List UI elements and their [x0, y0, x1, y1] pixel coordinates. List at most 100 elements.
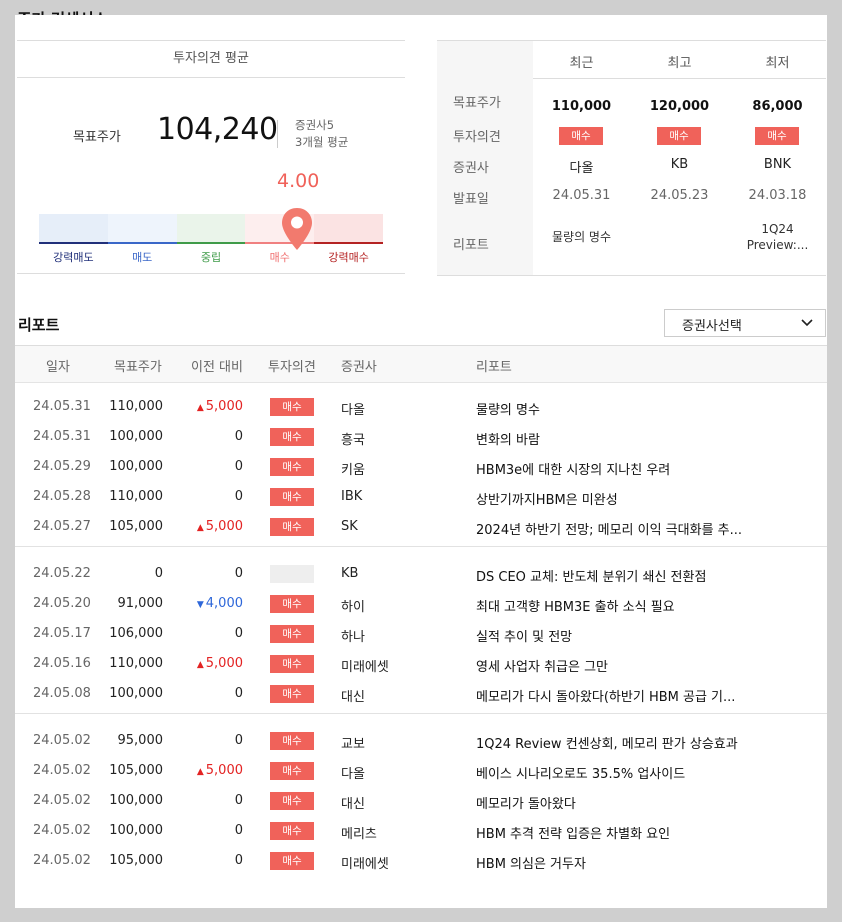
gauge-segment — [314, 214, 383, 244]
target-price: 105,000 — [109, 853, 163, 868]
gauge-label: 강력매수 — [328, 251, 369, 264]
table-row[interactable]: 24.05.17 106,000 0 매수 하나 실적 추이 및 전망 — [15, 619, 827, 649]
report-title-link[interactable]: 물량의 명수 — [476, 399, 766, 418]
price-change-value: 0 — [234, 733, 243, 748]
report-date: 24.05.31 — [33, 429, 91, 444]
price-change-value: 5,000 — [205, 656, 243, 671]
target-price: 100,000 — [109, 793, 163, 808]
report-date: 24.05.17 — [33, 626, 91, 641]
table-row[interactable]: 24.05.02 105,000 0 매수 미래에셋 HBM 의심은 거두자 — [15, 846, 827, 876]
column-header-report: 리포트 — [476, 360, 512, 375]
target-price: 110,000 — [109, 399, 163, 414]
report-date: 24.05.02 — [33, 793, 91, 808]
price-change-value: 4,000 — [205, 596, 243, 611]
report-date: 24.05.20 — [33, 596, 91, 611]
broker-name: 키움 — [341, 463, 365, 478]
table-row[interactable]: 24.05.29 100,000 0 매수 키움 HBM3e에 대한 시장의 지나친 우려 — [15, 452, 827, 482]
broker-name: 미래에셋 — [341, 857, 389, 872]
table-row[interactable]: 24.05.02 105,000 ▲ 5,000 매수 다올 베이스 시나리오로도 35.5… — [15, 756, 827, 786]
price-change-value: 0 — [234, 566, 243, 581]
broker-name: IBK — [341, 489, 363, 504]
report-link[interactable]: 1Q24 Preview:... — [729, 221, 826, 253]
table-row[interactable]: 24.05.02 100,000 0 매수 대신 메모리가 돌아왔다 — [15, 786, 827, 816]
broker-name: 다올 — [341, 403, 365, 418]
gauge-labels: 강력매도 매도 중립 매수 강력매수 — [39, 249, 383, 265]
opinion-average-header: 투자의견 평균 — [17, 40, 405, 78]
report-title-link[interactable]: HBM 의심은 거두자 — [476, 853, 766, 872]
broker-name: SK — [341, 519, 358, 534]
report-title-link[interactable]: 실적 추이 및 전망 — [476, 626, 766, 645]
broker-name: KB — [341, 566, 359, 581]
price-change: 0 — [170, 489, 243, 504]
report-date: 24.05.29 — [33, 459, 91, 474]
price-change: 0 — [170, 733, 243, 748]
table-row[interactable]: 24.05.22 0 0 KB DS CEO 교체: 반도체 분위기 쇄신 전환점 — [15, 559, 827, 589]
report-date: 24.05.22 — [33, 566, 91, 581]
price-change: 0 — [170, 823, 243, 838]
price-change-value: 0 — [234, 686, 243, 701]
target-price: 100,000 — [109, 459, 163, 474]
price-change-value: 5,000 — [205, 519, 243, 534]
gauge-label: 강력매도 — [53, 251, 94, 264]
table-row[interactable]: 24.05.02 95,000 0 매수 교보 1Q24 Review 컨센상회, 메모리… — [15, 726, 827, 756]
table-row[interactable]: 24.05.20 91,000 ▼ 4,000 매수 하이 최대 고객향 HBM3E 출하 … — [15, 589, 827, 619]
price-change: ▲ 5,000 — [170, 519, 243, 534]
table-row[interactable]: 24.05.31 110,000 ▲ 5,000 매수 다올 물량의 명수 — [15, 392, 827, 422]
broker-name: 다올 — [569, 161, 594, 176]
report-title-link[interactable]: DS CEO 교체: 반도체 분위기 쇄신 전환점 — [476, 566, 766, 585]
triangle-up-icon: ▲ — [196, 523, 204, 533]
target-price: 100,000 — [109, 429, 163, 444]
consensus-card: 투자의견 평균 목표주가 104,240 증권사5 3개월 평균 4.00 강력… — [15, 15, 827, 908]
opinion-badge: 매수 — [270, 625, 314, 643]
table-row[interactable]: 24.05.31 100,000 0 매수 흥국 변화의 바람 — [15, 422, 827, 452]
report-title-link[interactable]: 변화의 바람 — [476, 429, 766, 448]
report-title-link[interactable]: 베이스 시나리오로도 35.5% 업사이드 — [476, 763, 766, 782]
broker-name: 하나 — [341, 630, 365, 645]
triangle-down-icon: ▼ — [196, 600, 204, 610]
target-price: 120,000 — [649, 99, 710, 114]
table-row[interactable]: 24.05.02 100,000 0 매수 메리츠 HBM 추격 전략 입증은 차별화 요… — [15, 816, 827, 846]
report-title-link[interactable]: 상반기까지HBM은 미완성 — [476, 489, 766, 508]
table-row[interactable]: 24.05.28 110,000 0 매수 IBK 상반기까지HBM은 미완성 — [15, 482, 827, 512]
report-title-link[interactable]: HBM 추격 전략 입증은 차별화 요인 — [476, 823, 766, 842]
recent-high-low-panel: 목표주가 투자의견 증권사 발표일 리포트 최근 110,000 매수 다올 2… — [437, 40, 826, 276]
report-title-link[interactable]: 메모리가 다시 돌아왔다(하반기 HBM 공급 기... — [476, 686, 766, 705]
triangle-up-icon: ▲ — [196, 660, 204, 670]
report-title-link[interactable]: 1Q24 Review 컨센상회, 메모리 판가 상승효과 — [476, 733, 766, 752]
report-title-link[interactable]: 메모리가 돌아왔다 — [476, 793, 766, 812]
broker-select[interactable]: 증권사선택 — [664, 309, 826, 337]
column-header-target-price: 목표주가 — [114, 360, 162, 375]
price-change-value: 0 — [234, 853, 243, 868]
opinion-badge: 매수 — [270, 458, 314, 476]
opinion-badge: 매수 — [270, 852, 314, 870]
broker-select-label: 증권사선택 — [682, 319, 742, 334]
price-change: ▲ 5,000 — [170, 399, 243, 414]
table-row[interactable]: 24.05.27 105,000 ▲ 5,000 매수 SK 2024년 하반기 전망; 메… — [15, 512, 827, 542]
target-price: 100,000 — [109, 823, 163, 838]
report-date: 24.05.27 — [33, 519, 91, 534]
divider — [437, 275, 826, 276]
report-date: 24.05.31 — [552, 188, 611, 203]
price-change: 0 — [170, 429, 243, 444]
triangle-up-icon: ▲ — [196, 403, 204, 413]
table-row[interactable]: 24.05.08 100,000 0 매수 대신 메모리가 다시 돌아왔다(하반기 HBM… — [15, 679, 827, 709]
opinion-badge: 매수 — [755, 127, 799, 145]
group-divider — [15, 713, 827, 714]
report-title-link[interactable]: HBM3e에 대한 시장의 지나친 우려 — [476, 459, 766, 478]
report-link[interactable]: 물량의 명수 — [533, 229, 630, 245]
report-title-link[interactable]: 최대 고객향 HBM3E 출하 소식 필요 — [476, 596, 766, 615]
report-title-link[interactable]: 영세 사업자 취급은 그만 — [476, 656, 766, 675]
broker-name: 다올 — [341, 767, 365, 782]
summary-row-labels: 목표주가 투자의견 증권사 발표일 리포트 — [437, 41, 533, 275]
row-label-report: 리포트 — [453, 238, 489, 253]
broker-name: 교보 — [341, 737, 365, 752]
opinion-badge: 매수 — [270, 732, 314, 750]
divider — [533, 78, 826, 79]
opinion-badge: 매수 — [270, 792, 314, 810]
table-row[interactable]: 24.05.16 110,000 ▲ 5,000 매수 미래에셋 영세 사업자 취급은 그만 — [15, 649, 827, 679]
report-title-link[interactable]: 2024년 하반기 전망; 메모리 이익 극대화를 추... — [476, 519, 766, 538]
report-date: 24.05.02 — [33, 733, 91, 748]
target-price-label: 목표주가 — [73, 130, 121, 145]
column-header: 최저 — [765, 56, 790, 71]
broker-name: 하이 — [341, 600, 365, 615]
